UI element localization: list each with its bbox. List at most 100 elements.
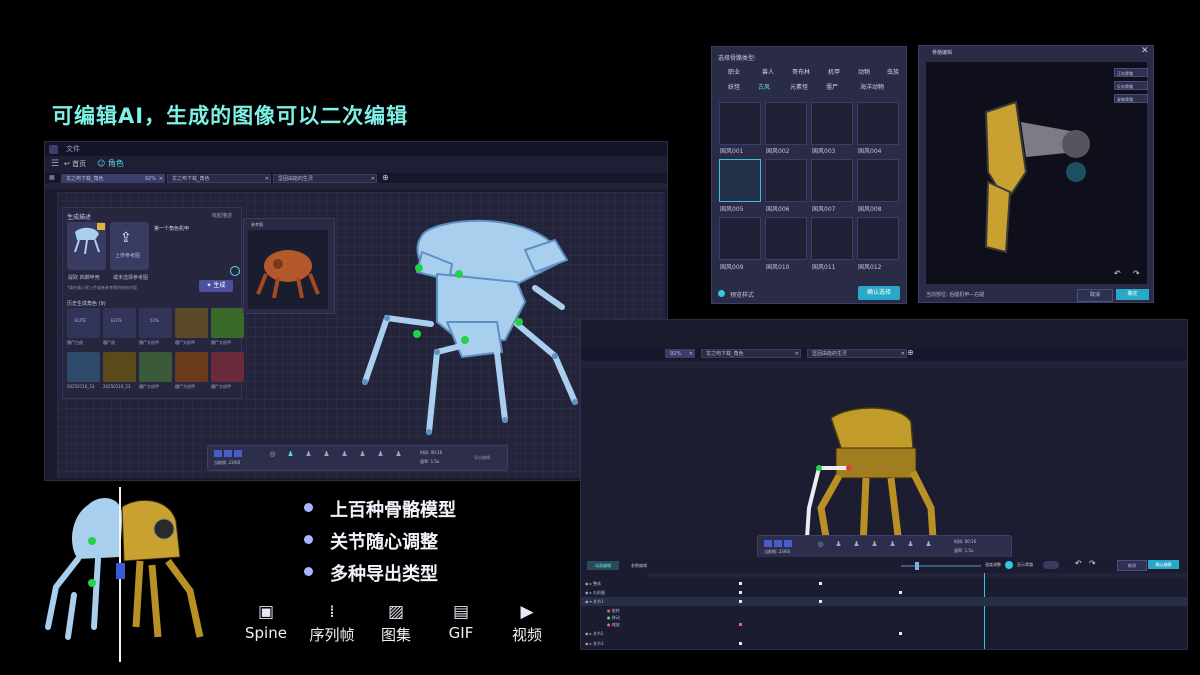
bone-item[interactable]: [719, 102, 761, 145]
track-row-selected[interactable]: ◉ ▾ 关节1: [581, 597, 1187, 606]
category-item[interactable]: 动物: [858, 67, 870, 76]
undo-icon[interactable]: ↶: [1114, 269, 1121, 278]
tool-button[interactable]: ♟: [356, 450, 369, 465]
history-item[interactable]: [211, 308, 244, 338]
category-item[interactable]: 妖怪: [728, 82, 740, 91]
export-video[interactable]: ▶ 视频: [497, 602, 557, 645]
tool-button[interactable]: ◎: [814, 540, 827, 555]
confirm-button[interactable]: 确认选择: [858, 286, 900, 300]
export-atlas[interactable]: ▨ 图集: [366, 602, 426, 645]
keyframe[interactable]: [819, 600, 822, 603]
tool-button[interactable]: ♟: [832, 540, 845, 555]
bone-item[interactable]: [857, 159, 899, 202]
bone-item[interactable]: [811, 102, 853, 145]
tool-button[interactable]: ♟: [392, 450, 405, 465]
speed-label[interactable]: 速率: 1.5x: [420, 459, 439, 465]
keyframe[interactable]: [739, 600, 742, 603]
track-row[interactable]: ◉ ▸ 关节3: [581, 639, 1187, 648]
tab-animation-edit[interactable]: 动画编辑: [587, 561, 619, 570]
grid-icon[interactable]: ▦: [49, 174, 55, 181]
preset-toggle[interactable]: [718, 290, 725, 297]
keyframe[interactable]: [739, 623, 742, 626]
category-item[interactable]: 职业: [728, 67, 740, 76]
bone-item[interactable]: [719, 217, 761, 260]
doc-tab[interactable]: 92% ✕: [665, 349, 695, 358]
timeline-ruler[interactable]: [647, 573, 1187, 578]
track-row[interactable]: ◉ ▸ 右前腿: [581, 588, 1187, 597]
keyframe[interactable]: [739, 591, 742, 594]
history-item[interactable]: 52%: [139, 308, 172, 338]
menu-icon[interactable]: ☰: [51, 159, 59, 169]
bone-item[interactable]: [857, 217, 899, 260]
doc-tab[interactable]: 龙之吻下载_角色 92% ✕: [61, 174, 165, 183]
first-frame-button[interactable]: [214, 450, 222, 457]
tool-button[interactable]: ♟: [850, 540, 863, 555]
cancel-button[interactable]: 取消: [1077, 289, 1113, 302]
history-item[interactable]: ELITE: [67, 308, 100, 338]
last-frame-button[interactable]: [784, 540, 792, 547]
doc-tab[interactable]: 坚固由能的生灵 ✕: [273, 174, 377, 183]
keyframe[interactable]: [819, 582, 822, 585]
add-tab-icon[interactable]: ⊕: [907, 348, 914, 357]
option-copy-bones[interactable]: 复制骨骼: [1114, 94, 1148, 103]
category-item[interactable]: 机甲: [828, 67, 840, 76]
export-spine[interactable]: ▣ Spine: [236, 602, 296, 642]
first-frame-button[interactable]: [764, 540, 772, 547]
category-item[interactable]: 虫族: [887, 67, 899, 76]
tool-button[interactable]: ♟: [320, 450, 333, 465]
tool-button[interactable]: ♟: [868, 540, 881, 555]
confirm-edit-button[interactable]: 确认编辑: [1148, 560, 1179, 569]
last-frame-button[interactable]: [234, 450, 242, 457]
upload-reference-slot[interactable]: ⇪ 上传参考图: [110, 222, 149, 270]
track-row[interactable]: ◉ ▸ 关节2: [581, 629, 1187, 638]
home-button[interactable]: ↩ 首页: [64, 159, 86, 169]
speed-label[interactable]: 速率: 1.5x: [954, 548, 973, 554]
menu-file[interactable]: 文件: [66, 144, 80, 154]
keyframe[interactable]: [899, 591, 902, 594]
bone-item[interactable]: [811, 159, 853, 202]
close-icon[interactable]: ✕: [1141, 46, 1149, 56]
bone-item[interactable]: [811, 217, 853, 260]
tool-button[interactable]: ♟: [374, 450, 387, 465]
history-item[interactable]: [175, 352, 208, 382]
bone-item[interactable]: [857, 102, 899, 145]
close-icon[interactable]: ✕: [689, 350, 693, 359]
keyframe[interactable]: [739, 642, 742, 645]
history-item[interactable]: [139, 352, 172, 382]
collapse-button[interactable]: 收起描述: [212, 212, 232, 219]
close-icon[interactable]: ✕: [795, 350, 799, 359]
toggle-dot[interactable]: [1005, 561, 1013, 569]
history-item[interactable]: ELITE: [103, 308, 136, 338]
category-item[interactable]: 元素怪: [790, 82, 808, 91]
export-button[interactable]: 导出编辑: [474, 455, 490, 461]
doc-tab[interactable]: 龙之吻下载_角色 ✕: [701, 349, 801, 358]
redo-icon[interactable]: ↷: [1133, 269, 1140, 278]
history-item[interactable]: [67, 352, 100, 382]
play-button[interactable]: [224, 450, 232, 457]
ai-icon[interactable]: [230, 266, 240, 276]
tool-button[interactable]: ♟: [302, 450, 315, 465]
play-button[interactable]: [774, 540, 782, 547]
history-item[interactable]: [211, 352, 244, 382]
tool-button[interactable]: ◎: [266, 450, 279, 465]
category-item-selected[interactable]: 古风: [758, 82, 770, 91]
bone-item[interactable]: [765, 159, 807, 202]
bone-item-selected[interactable]: [719, 159, 761, 202]
tool-button[interactable]: ♟: [886, 540, 899, 555]
close-icon[interactable]: ✕: [901, 350, 905, 359]
tool-button[interactable]: ♟: [904, 540, 917, 555]
ok-button[interactable]: 确定: [1116, 289, 1149, 300]
redo-icon[interactable]: ↷: [1089, 559, 1096, 568]
option-reverse-bones[interactable]: 反向骨骼: [1114, 81, 1148, 90]
add-tab-icon[interactable]: ⊕: [382, 173, 389, 182]
history-item[interactable]: [175, 308, 208, 338]
tool-button[interactable]: ♟: [338, 450, 351, 465]
doc-tab[interactable]: 龙之吻下载_角色 ✕: [167, 174, 271, 183]
slider-handle[interactable]: [915, 562, 919, 570]
cancel-button[interactable]: 取消: [1117, 560, 1147, 571]
prompt-text[interactable]: 第一个角色机甲: [154, 225, 189, 232]
undo-icon[interactable]: ↶: [1075, 559, 1082, 568]
keyframe[interactable]: [899, 632, 902, 635]
tool-button[interactable]: ♟: [284, 450, 297, 465]
bone-item[interactable]: [765, 217, 807, 260]
